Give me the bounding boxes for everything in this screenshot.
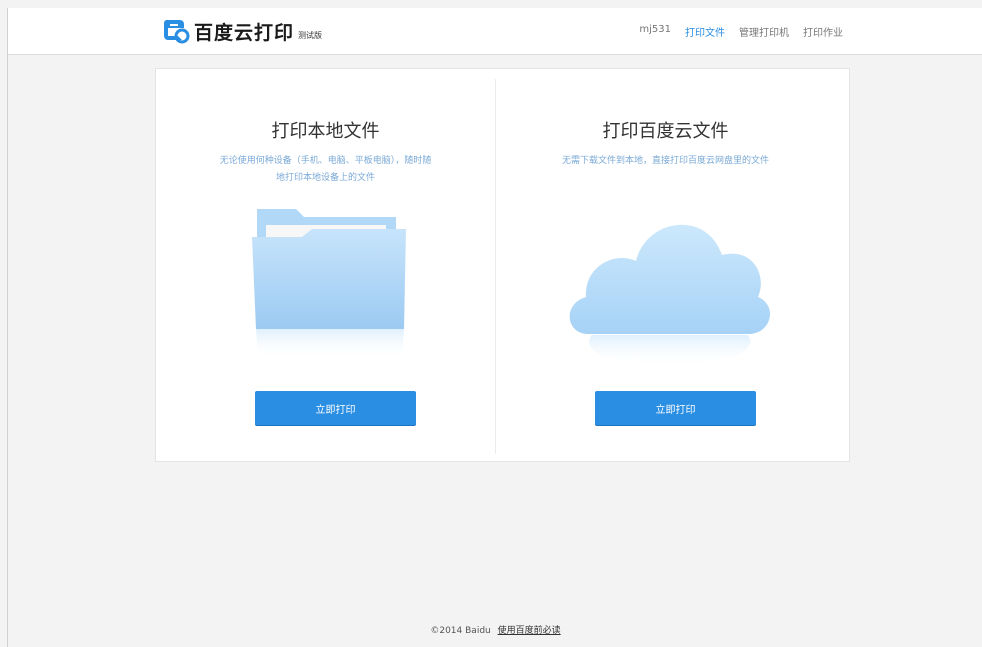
card-title: 打印百度云文件 xyxy=(602,121,729,142)
print-now-button[interactable]: 立即打印 xyxy=(595,391,756,425)
page-frame: 百度云打印 测试版 mj531 打印文件 管理打印机 打印作业 打印本地文件 无… xyxy=(7,8,982,647)
top-nav: mj531 打印文件 管理打印机 打印作业 xyxy=(639,24,843,39)
card-description: 无论使用何种设备（手机、电脑、平板电脑），随时随地打印本地设备上的文件 xyxy=(219,156,432,183)
card-cloud-file: 打印百度云文件 无需下载文件到本地，直接打印百度云网盘里的文件 立即打印 xyxy=(496,69,835,461)
nav-print-file[interactable]: 打印文件 xyxy=(685,24,725,39)
main-panel: 打印本地文件 无论使用何种设备（手机、电脑、平板电脑），随时随地打印本地设备上的… xyxy=(155,68,850,462)
copyright-text: ©2014 Baidu xyxy=(430,626,491,636)
logo-badge: 测试版 xyxy=(298,30,323,40)
logo[interactable]: 百度云打印 测试版 xyxy=(160,15,322,47)
footer: ©2014 Baidu 使用百度前必读 xyxy=(8,623,982,636)
card-description: 无需下载文件到本地，直接打印百度云网盘里的文件 xyxy=(561,156,769,166)
logo-text: 百度云打印 xyxy=(194,21,295,44)
cloud-icon xyxy=(569,224,771,367)
nav-user[interactable]: mj531 xyxy=(639,24,671,39)
nav-print-jobs[interactable]: 打印作业 xyxy=(803,24,843,39)
card-local-file: 打印本地文件 无论使用何种设备（手机、电脑、平板电脑），随时随地打印本地设备上的… xyxy=(156,69,495,461)
folder-icon xyxy=(252,209,406,359)
footer-link[interactable]: 使用百度前必读 xyxy=(498,626,561,636)
top-bar: 百度云打印 测试版 mj531 打印文件 管理打印机 打印作业 xyxy=(8,8,982,55)
print-now-button[interactable]: 立即打印 xyxy=(255,391,416,425)
nav-manage-printer[interactable]: 管理打印机 xyxy=(739,24,789,39)
printer-logo-icon xyxy=(163,20,190,44)
card-title: 打印本地文件 xyxy=(271,121,380,142)
